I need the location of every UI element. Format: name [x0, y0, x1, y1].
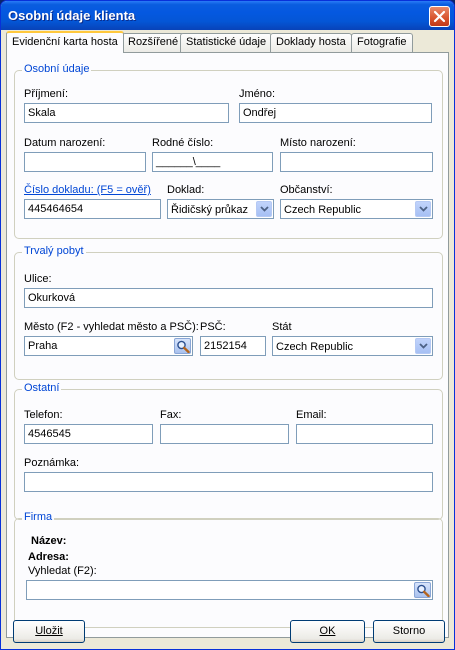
- zip-field[interactable]: 2152154: [200, 336, 266, 356]
- docnumber-verify-link[interactable]: Číslo dokladu: (F5 = ověř): [24, 184, 151, 196]
- tab-panel: Osobní údaje Příjmení: Skala Jméno: Ondř…: [6, 52, 449, 638]
- note-field[interactable]: [24, 472, 433, 492]
- company-search-field[interactable]: [26, 580, 433, 600]
- tab-statistics[interactable]: Statistické údaje: [180, 33, 273, 52]
- close-button[interactable]: [429, 6, 450, 27]
- dialog-window: Osobní údaje klienta Evidenční karta hos…: [0, 0, 455, 650]
- tab-photos[interactable]: Fotografie: [351, 33, 413, 52]
- company-lookup-button[interactable]: [414, 582, 431, 598]
- chevron-down-icon: [419, 206, 428, 212]
- firstname-field[interactable]: Ondřej: [239, 103, 432, 123]
- ok-button[interactable]: OK: [290, 620, 365, 643]
- city-label: Město (F2 - vyhledat město a PSČ):: [24, 321, 199, 333]
- state-label: Stát: [272, 321, 292, 333]
- citizenship-dropdown-button[interactable]: [415, 201, 431, 217]
- citizenship-label: Občanství:: [280, 184, 333, 196]
- tab-extended[interactable]: Rozšířené: [122, 33, 185, 52]
- email-field[interactable]: [296, 424, 433, 444]
- chevron-down-icon: [419, 343, 428, 349]
- window-title: Osobní údaje klienta: [8, 8, 136, 23]
- fax-label: Fax:: [160, 409, 182, 421]
- company-legend: Firma: [22, 511, 55, 523]
- tab-guest-documents[interactable]: Doklady hosta: [270, 33, 352, 52]
- state-dropdown-button[interactable]: [415, 338, 431, 354]
- state-select[interactable]: Czech Republic: [272, 336, 433, 356]
- state-value: Czech Republic: [276, 341, 354, 353]
- company-name-label: Název:: [31, 535, 67, 547]
- magnifier-icon: [417, 584, 430, 597]
- surname-label: Příjmení:: [24, 88, 69, 100]
- close-icon: [433, 10, 446, 23]
- doctype-select[interactable]: Řidičský průkaz: [167, 199, 274, 219]
- doctype-value: Řidičský průkaz: [171, 204, 249, 216]
- city-lookup-button[interactable]: [174, 338, 191, 354]
- save-button-label: Uložit: [35, 625, 63, 637]
- birthplace-label: Místo narození:: [280, 137, 356, 149]
- residence-group: Trvalý pobyt Ulice: Okurková Město (F2 -…: [14, 245, 443, 380]
- phone-label: Telefon:: [24, 409, 63, 421]
- ok-button-label: OK: [319, 625, 336, 637]
- citizenship-select[interactable]: Czech Republic: [280, 199, 433, 219]
- birthdate-label: Datum narození:: [24, 137, 106, 149]
- street-field[interactable]: Okurková: [24, 288, 433, 308]
- cancel-button-label: Storno: [392, 625, 426, 637]
- zip-label: PSČ:: [200, 321, 226, 333]
- city-value: Praha: [28, 340, 58, 352]
- tab-evidence-card[interactable]: Evidenční karta hosta: [6, 31, 124, 53]
- title-bar[interactable]: Osobní údaje klienta: [1, 1, 454, 30]
- street-label: Ulice:: [24, 273, 52, 285]
- surname-field[interactable]: Skala: [24, 103, 229, 123]
- note-label: Poznámka:: [24, 457, 80, 469]
- email-label: Email:: [296, 409, 327, 421]
- cancel-button[interactable]: Storno: [373, 620, 445, 643]
- save-button[interactable]: Uložit: [13, 620, 85, 643]
- other-group: Ostatní Telefon: 4546545 Fax: Email: Poz…: [14, 382, 443, 520]
- citizenship-value: Czech Republic: [284, 204, 362, 216]
- doctype-dropdown-button[interactable]: [256, 201, 272, 217]
- birthdate-field[interactable]: [24, 152, 146, 172]
- city-field[interactable]: Praha: [24, 336, 193, 356]
- dialog-client: Evidenční karta hosta Rozšířené Statisti…: [4, 30, 451, 648]
- personal-legend: Osobní údaje: [22, 63, 92, 75]
- other-legend: Ostatní: [22, 382, 62, 394]
- company-search-label: Vyhledat (F2):: [28, 565, 97, 577]
- company-group: Firma Název: Adresa: Vyhledat (F2):: [14, 511, 443, 628]
- birthnumber-field[interactable]: ______\____: [152, 152, 273, 172]
- doctype-label: Doklad:: [167, 184, 205, 196]
- phone-field[interactable]: 4546545: [24, 424, 153, 444]
- docnumber-field[interactable]: 445464654: [24, 199, 161, 219]
- personal-group: Osobní údaje Příjmení: Skala Jméno: Ondř…: [14, 63, 443, 239]
- residence-legend: Trvalý pobyt: [22, 245, 86, 257]
- birthnumber-label: Rodné číslo:: [152, 137, 214, 149]
- company-address-label: Adresa:: [28, 551, 69, 563]
- chevron-down-icon: [260, 206, 269, 212]
- fax-field[interactable]: [160, 424, 289, 444]
- firstname-label: Jméno:: [239, 88, 276, 100]
- birthplace-field[interactable]: [280, 152, 433, 172]
- magnifier-icon: [177, 340, 190, 353]
